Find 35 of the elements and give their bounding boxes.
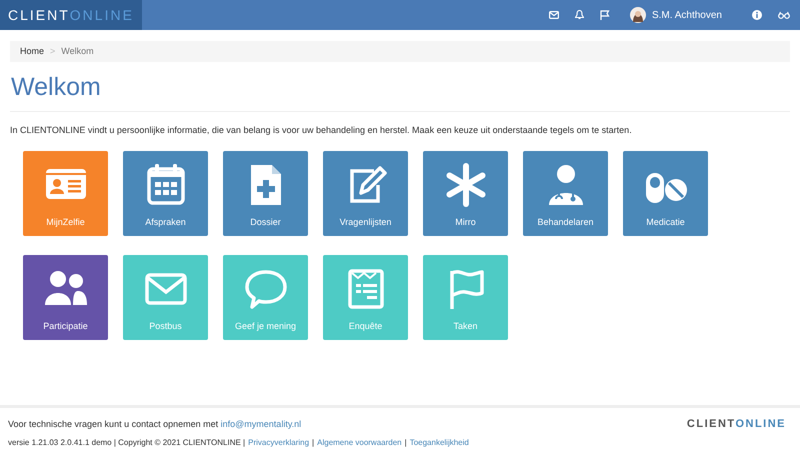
info-icon[interactable] (752, 10, 762, 20)
link-separator: | (312, 438, 314, 448)
asterisk-icon (444, 162, 488, 206)
tile-button[interactable]: Afspraken (123, 150, 208, 236)
tile-button[interactable]: Participatie (23, 254, 108, 340)
user-name[interactable]: S.M. Achthoven (652, 8, 722, 22)
email-link[interactable]: info@mymentality.nl (220, 418, 302, 428)
tile-button[interactable]: Behandelaren (523, 150, 608, 236)
breadcrumb-current: Welkom (61, 44, 94, 58)
breadcrumb-link[interactable]: Home (20, 44, 44, 58)
page-title: Welkom (10, 72, 102, 102)
version-text: versie 1.21.03 2.0.41.1 demo | Copyright © 2021 CLIENTONLINE | (8, 438, 246, 448)
link-separator: | (404, 438, 407, 448)
intro-text: In CLIENTONLINE vindt u persoonlijke informatie, die van belang is voor uw behandeling en herstel. Maak een keuze uit onderstaande tegels om te starten. (10, 124, 633, 137)
tile-button[interactable]: MijnZelfie (23, 150, 108, 236)
flag-icon[interactable] (600, 10, 610, 20)
tile-button[interactable]: Enquête (323, 254, 408, 340)
footer-link[interactable]: Toegankelijkheid (410, 438, 469, 448)
tile-button[interactable]: Medicatie (623, 150, 708, 236)
footer-link[interactable]: Privacyverklaring (248, 438, 310, 448)
contact-text: Voor technische vragen kunt u contact opnemen met info@mymentality.nl (8, 418, 302, 431)
avatar[interactable] (630, 7, 646, 23)
footer-link[interactable]: Algemene voorwaarden (317, 438, 402, 448)
logo[interactable]: CLIENT ONLINE (0, 0, 142, 30)
tile-button[interactable]: Taken (423, 254, 508, 340)
breadcrumb-separator: > (50, 44, 56, 58)
tile-button[interactable]: Mirro (423, 150, 508, 236)
bell-icon[interactable] (574, 10, 584, 20)
glasses-icon[interactable] (778, 11, 790, 19)
tile-button[interactable]: Vragenlijsten (323, 150, 408, 236)
tile-button[interactable]: Dossier (223, 150, 308, 236)
mail-icon[interactable] (548, 11, 559, 19)
tile-button[interactable]: Postbus (123, 254, 208, 340)
tile-button[interactable]: Geef je mening (223, 254, 308, 340)
footer-logo: CLIENTONLINE (686, 417, 787, 432)
